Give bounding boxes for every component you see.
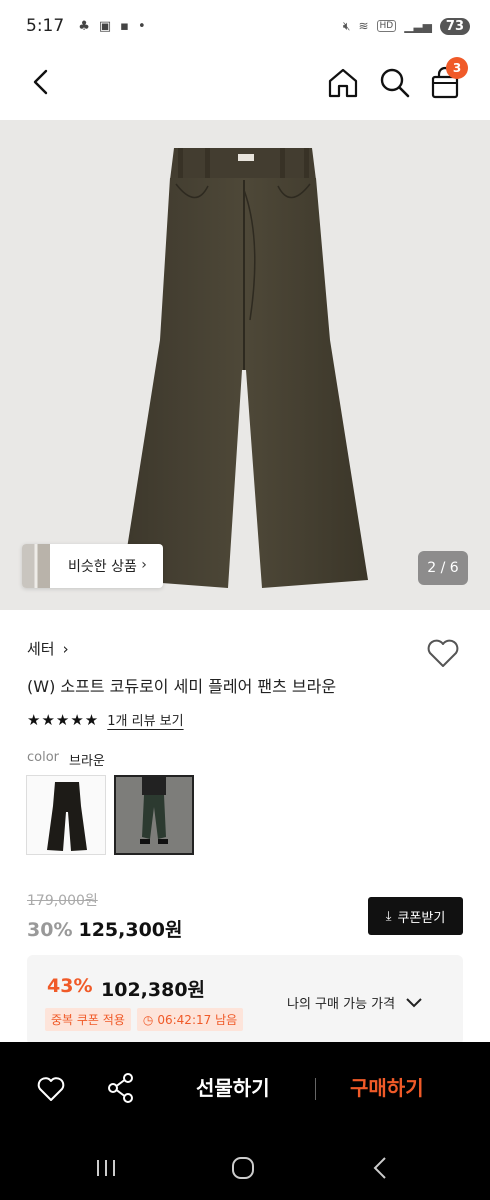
wifi-icon: ≋ — [358, 19, 369, 33]
system-navigation-bar — [0, 1134, 490, 1200]
back-icon[interactable] — [26, 66, 58, 98]
heart-icon[interactable] — [36, 1075, 66, 1103]
chevron-right-icon: › — [62, 639, 69, 658]
timer-tag: ◷ 06:42:17 남음 — [136, 1008, 244, 1031]
color-label: color — [27, 750, 60, 765]
price-row: 30% 125,300원 — [27, 915, 183, 942]
mute-icon: 🔇︎ — [342, 18, 351, 33]
action-divider — [315, 1078, 316, 1100]
recent-apps-icon[interactable] — [94, 1158, 118, 1178]
selected-color: 브라운 — [69, 754, 105, 769]
gift-button[interactable]: 선물하기 — [196, 1072, 270, 1101]
heart-icon[interactable] — [426, 637, 460, 669]
chevron-right-icon: › — [141, 557, 147, 573]
app-notification-icon: ♣ — [78, 18, 90, 34]
coupon-download-button[interactable]: ⤓ 쿠폰받기 — [368, 897, 463, 935]
buy-button[interactable]: 구매하기 — [350, 1072, 424, 1101]
home-button-icon[interactable] — [231, 1156, 255, 1180]
notification-icon: ▪ — [120, 18, 129, 34]
brand-name: 세터 — [27, 640, 55, 658]
more-notifications-icon: • — [137, 18, 146, 34]
clock-icon: ◷ — [142, 1012, 154, 1027]
battery-indicator: 73 — [439, 17, 470, 35]
hd-icon: HD — [376, 20, 397, 32]
home-icon[interactable] — [326, 66, 360, 100]
color-swatch-1[interactable] — [26, 775, 106, 855]
sale-price: 125,300원 — [78, 919, 183, 941]
image-page-counter: 2 / 6 — [418, 551, 468, 585]
status-bar: 5:17 ♣ ▣ ▪ • 🔇︎ ≋ HD ▁▃▅ 73 — [0, 0, 490, 52]
product-image — [122, 148, 368, 588]
discount-rate: 30% — [27, 919, 73, 941]
search-icon[interactable] — [378, 66, 412, 100]
swatch-image — [47, 782, 87, 851]
original-price: 179,000원 — [27, 893, 98, 909]
color-swatch-2[interactable] — [114, 775, 194, 855]
notification-icons: ♣ ▣ ▪ • — [78, 19, 145, 34]
star-rating: ★★★★★ — [27, 710, 100, 729]
share-icon[interactable] — [106, 1072, 136, 1104]
benefit-tags: 중복 쿠폰 적용 ◷ 06:42:17 남음 — [45, 1008, 244, 1031]
purchase-action-bar: 선물하기 구매하기 — [0, 1042, 490, 1134]
my-price-label: 나의 구매 가능 가격 — [287, 997, 396, 1012]
benefit-price: 102,380원 — [101, 979, 206, 1001]
benefit-discount-rate: 43% — [47, 975, 93, 997]
similar-products-thumbnail — [22, 544, 50, 588]
coupon-applied-tag: 중복 쿠폰 적용 — [45, 1008, 131, 1031]
product-name: (W) 소프트 코듀로이 세미 플레어 팬츠 브라운 — [27, 677, 337, 696]
cart-count-badge: 3 — [446, 57, 468, 79]
status-time: 5:17 — [26, 16, 65, 36]
system-back-icon[interactable] — [371, 1156, 389, 1180]
benefit-price-box: 43% 102,380원 중복 쿠폰 적용 ◷ 06:42:17 남음 나의 구… — [27, 955, 463, 1045]
similar-products-button[interactable]: 비슷한 상품 › — [22, 544, 163, 588]
coupon-button-label: 쿠폰받기 — [397, 910, 446, 926]
signal-icon: ▁▃▅ — [404, 19, 432, 33]
brand-link[interactable]: 세터 › — [27, 638, 69, 659]
chevron-down-icon — [406, 997, 422, 1007]
color-selector-label: color 브라운 — [27, 750, 105, 769]
top-navigation: 3 — [0, 52, 490, 116]
calendar-notification-icon: ▣ — [98, 18, 112, 34]
swatch-image — [116, 777, 192, 853]
my-price-toggle[interactable]: 나의 구매 가능 가격 — [287, 993, 423, 1012]
download-icon: ⤓ — [385, 908, 392, 924]
review-link[interactable]: 1개 리뷰 보기 — [107, 710, 183, 729]
product-image-gallery[interactable]: 비슷한 상품 › 2 / 6 — [0, 120, 490, 610]
system-status: 🔇︎ ≋ HD ▁▃▅ 73 — [342, 17, 470, 35]
countdown-text: 06:42:17 남음 — [157, 1013, 238, 1027]
rating-row: ★★★★★ 1개 리뷰 보기 — [27, 710, 184, 730]
